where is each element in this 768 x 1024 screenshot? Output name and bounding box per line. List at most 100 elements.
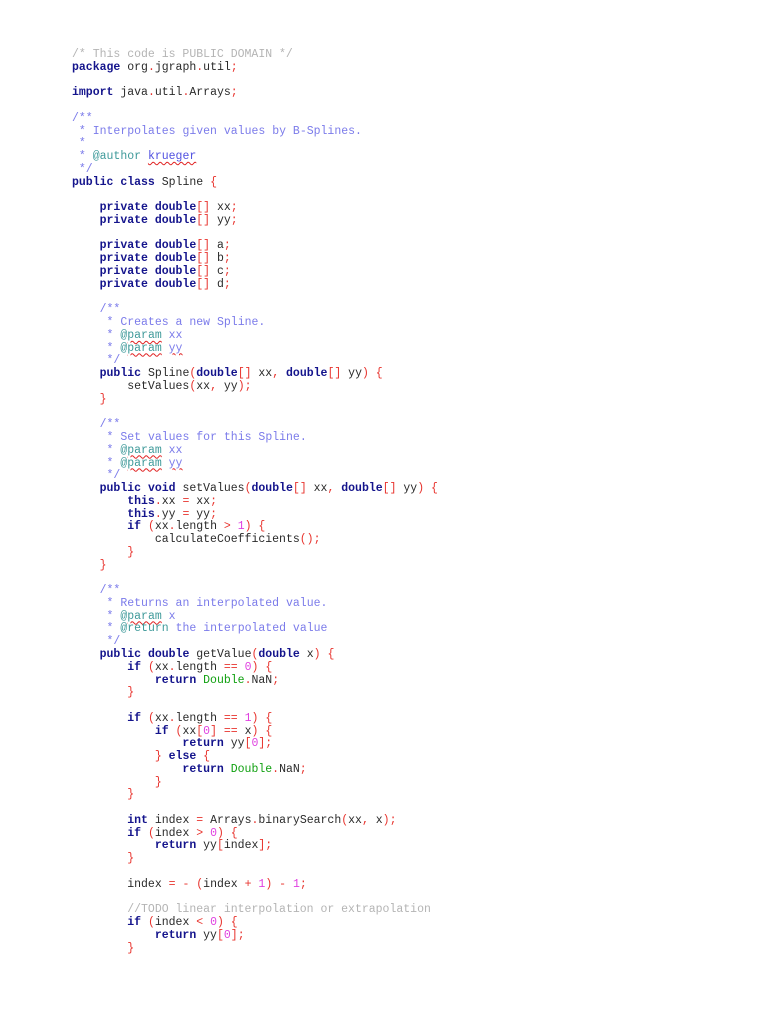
punctuation: .	[154, 494, 162, 508]
code-line: return Double.NaN;	[72, 762, 438, 777]
identifier: yy	[216, 213, 231, 227]
punctuation: (	[147, 916, 155, 930]
javadoc-text: */	[106, 469, 121, 483]
javadoc-text: the	[175, 622, 197, 636]
identifier: jgraph	[154, 60, 197, 74]
punctuation: [	[237, 367, 245, 381]
punctuation: )	[417, 482, 425, 496]
identifier: index	[203, 877, 238, 891]
punctuation: }	[99, 558, 107, 572]
punctuation: >	[196, 826, 204, 840]
javadoc-text: given	[182, 124, 217, 138]
keyword: double	[251, 482, 293, 496]
javadoc-text: *	[106, 316, 114, 330]
keyword: double	[341, 482, 383, 496]
identifier: calculateCoefficients	[154, 533, 300, 547]
code-line: index = - (index + 1) - 1;	[72, 877, 438, 892]
punctuation: )	[216, 826, 224, 840]
number-literal: 1	[244, 711, 252, 725]
keyword: private	[99, 252, 148, 266]
punctuation: .	[168, 711, 176, 725]
identifier: xx	[348, 813, 362, 827]
number-literal: 1	[237, 520, 245, 534]
punctuation: )	[306, 533, 314, 547]
keyword: int	[127, 813, 148, 827]
code-line: }	[72, 686, 438, 700]
punctuation: ;	[223, 239, 231, 253]
identifier: xx	[196, 379, 211, 393]
identifier: length	[175, 711, 217, 725]
class-name: Double	[230, 762, 273, 776]
punctuation: >	[223, 520, 231, 534]
punctuation: {	[327, 647, 335, 661]
punctuation: ;	[265, 737, 273, 751]
keyword: return	[154, 673, 197, 687]
punctuation: }	[127, 852, 135, 866]
identifier: index	[154, 826, 190, 840]
identifier: util	[203, 60, 231, 74]
identifier: java	[120, 86, 148, 100]
punctuation: ]	[244, 367, 252, 381]
identifier: getValue	[196, 647, 252, 661]
javadoc-text: *	[106, 341, 114, 355]
code-line: }	[72, 789, 438, 802]
identifier: index	[154, 813, 190, 827]
identifier: xx	[182, 724, 197, 738]
punctuation: .	[168, 660, 176, 674]
identifier: yy	[223, 379, 238, 393]
javadoc-tag: @param	[120, 443, 162, 457]
punctuation: =	[196, 813, 204, 827]
javadoc-text: Returns	[120, 596, 169, 610]
keyword: double	[147, 647, 190, 661]
javadoc-text: values	[147, 430, 190, 444]
punctuation: }	[99, 392, 107, 406]
identifier: org	[127, 60, 148, 74]
punctuation: ;	[210, 494, 217, 508]
javadoc-text: Spline.	[258, 430, 307, 444]
punctuation: ;	[230, 60, 238, 74]
javadoc-tag-name: param	[127, 609, 162, 623]
punctuation: .	[147, 86, 155, 100]
javadoc-text: *	[106, 622, 114, 636]
punctuation: {	[203, 750, 211, 764]
punctuation: }	[127, 686, 135, 700]
punctuation: {	[258, 520, 266, 534]
javadoc-text: a	[175, 316, 183, 330]
identifier: xx	[216, 201, 231, 215]
javadoc-text: Set	[120, 430, 142, 444]
identifier: index	[223, 839, 259, 853]
javadoc-text: Spline.	[216, 316, 266, 330]
javadoc-text: values	[223, 124, 266, 138]
javadoc-text: xx	[168, 443, 183, 457]
javadoc-text: yy	[168, 456, 183, 470]
javadoc-text: *	[78, 150, 86, 164]
punctuation: )	[251, 711, 259, 725]
punctuation: ]	[203, 277, 211, 291]
javadoc-tag: @return	[120, 622, 169, 636]
punctuation: ;	[210, 507, 217, 521]
punctuation: ]	[203, 201, 211, 215]
punctuation: ;	[313, 533, 321, 547]
identifier: c	[216, 265, 224, 279]
identifier: yy	[196, 507, 211, 521]
punctuation: {	[210, 175, 217, 189]
javadoc-text: /**	[99, 303, 121, 317]
code-line: * @author krueger	[72, 150, 438, 164]
punctuation: ,	[210, 379, 217, 393]
punctuation: +	[244, 877, 252, 891]
keyword: private	[99, 239, 148, 253]
identifier: a	[216, 239, 224, 253]
keyword: if	[127, 520, 142, 534]
code-line: * @param yy	[72, 456, 438, 471]
punctuation: ;	[265, 839, 273, 853]
keyword: double	[196, 367, 238, 381]
javadoc-tag-name: param	[127, 328, 162, 342]
code-listing: /* This code is PUBLIC DOMAIN */package …	[72, 48, 438, 955]
javadoc-text: */	[78, 162, 93, 176]
number-literal: 1	[292, 877, 300, 891]
punctuation: )	[361, 367, 369, 381]
identifier: xx	[154, 520, 169, 534]
identifier: yy	[403, 482, 418, 496]
code-line: * Interpolates given values by B-Splines…	[72, 124, 438, 139]
